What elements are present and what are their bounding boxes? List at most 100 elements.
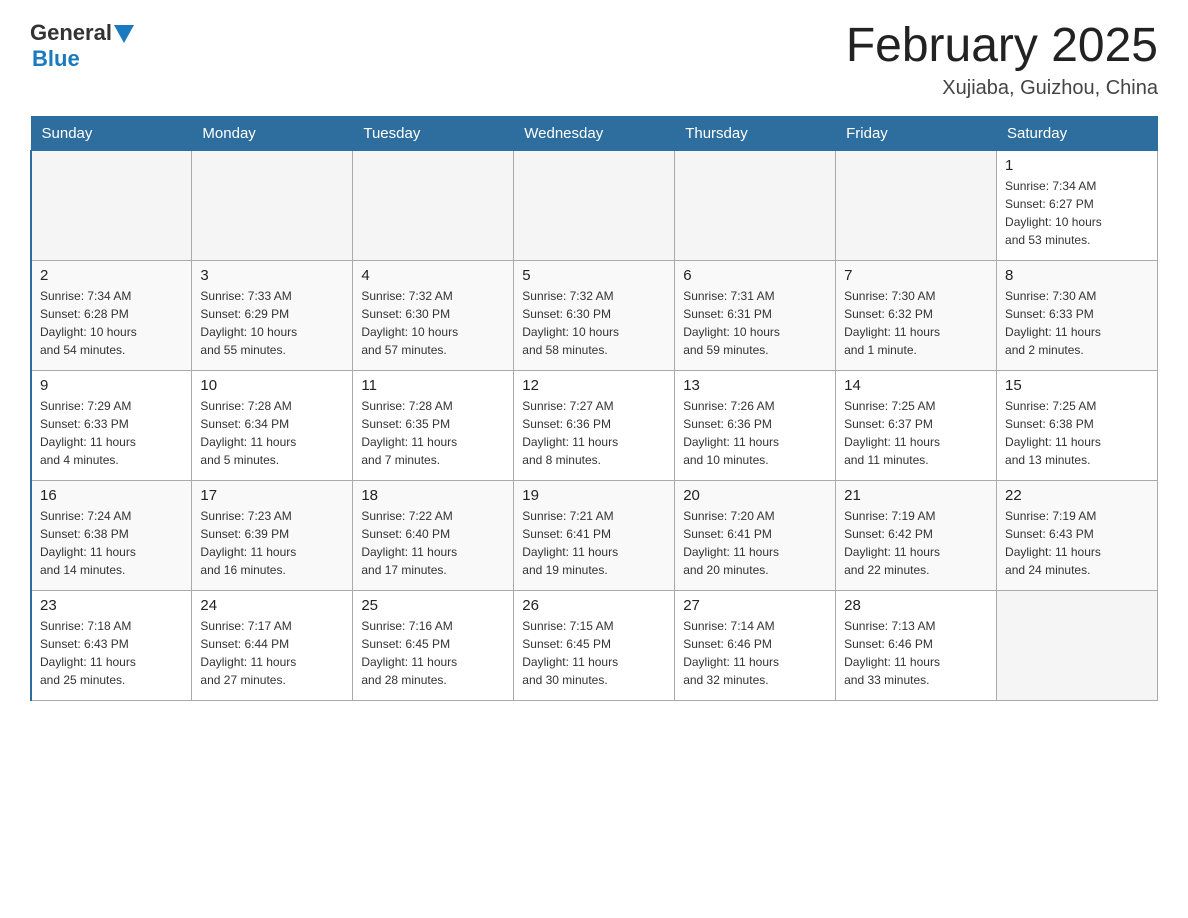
day-number: 26 bbox=[522, 597, 666, 614]
day-info: Sunrise: 7:19 AM Sunset: 6:42 PM Dayligh… bbox=[844, 507, 988, 579]
day-number: 13 bbox=[683, 377, 827, 394]
calendar-cell: 20 Sunrise: 7:20 AM Sunset: 6:41 PM Dayli… bbox=[675, 480, 836, 590]
calendar-cell: 1 Sunrise: 7:34 AM Sunset: 6:27 PM Daylig… bbox=[997, 150, 1158, 260]
day-number: 7 bbox=[844, 267, 988, 284]
calendar-cell: 14Sunrise: 7:25 AM Sunset: 6:37 PM Dayli… bbox=[836, 370, 997, 480]
calendar-cell bbox=[353, 150, 514, 260]
calendar-cell bbox=[675, 150, 836, 260]
day-info: Sunrise: 7:34 AM Sunset: 6:27 PM Dayligh… bbox=[1005, 177, 1149, 249]
calendar-cell: 19Sunrise: 7:21 AM Sunset: 6:41 PM Dayli… bbox=[514, 480, 675, 590]
day-number: 10 bbox=[200, 377, 344, 394]
calendar-cell bbox=[514, 150, 675, 260]
calendar-cell: 17 Sunrise: 7:23 AM Sunset: 6:39 PM Dayli… bbox=[192, 480, 353, 590]
calendar-title: February 2025 bbox=[846, 20, 1158, 73]
calendar-week-row: 23 Sunrise: 7:18 AM Sunset: 6:43 PM Dayli… bbox=[31, 590, 1158, 700]
day-info: Sunrise: 7:17 AM Sunset: 6:44 PM Dayligh… bbox=[200, 617, 344, 689]
day-number: 27 bbox=[683, 597, 827, 614]
day-info: Sunrise: 7:15 AM Sunset: 6:45 PM Dayligh… bbox=[522, 617, 666, 689]
calendar-cell: 27 Sunrise: 7:14 AM Sunset: 6:46 PM Dayli… bbox=[675, 590, 836, 700]
calendar-cell: 11 Sunrise: 7:28 AM Sunset: 6:35 PM Dayli… bbox=[353, 370, 514, 480]
day-number: 4 bbox=[361, 267, 505, 284]
day-number: 9 bbox=[40, 377, 183, 394]
calendar-cell: 26 Sunrise: 7:15 AM Sunset: 6:45 PM Dayli… bbox=[514, 590, 675, 700]
calendar-cell: 6 Sunrise: 7:31 AM Sunset: 6:31 PM Daylig… bbox=[675, 260, 836, 370]
day-info: Sunrise: 7:25 AM Sunset: 6:38 PM Dayligh… bbox=[1005, 397, 1149, 469]
page-header: General Blue February 2025 Xujiaba, Guiz… bbox=[30, 20, 1158, 100]
calendar-cell: 28 Sunrise: 7:13 AM Sunset: 6:46 PM Dayli… bbox=[836, 590, 997, 700]
day-info: Sunrise: 7:33 AM Sunset: 6:29 PM Dayligh… bbox=[200, 287, 344, 359]
calendar-cell: 7 Sunrise: 7:30 AM Sunset: 6:32 PM Daylig… bbox=[836, 260, 997, 370]
calendar-cell: 2 Sunrise: 7:34 AM Sunset: 6:28 PM Daylig… bbox=[31, 260, 192, 370]
calendar-cell: 24Sunrise: 7:17 AM Sunset: 6:44 PM Dayli… bbox=[192, 590, 353, 700]
day-info: Sunrise: 7:18 AM Sunset: 6:43 PM Dayligh… bbox=[40, 617, 183, 689]
day-number: 23 bbox=[40, 597, 183, 614]
day-info: Sunrise: 7:28 AM Sunset: 6:35 PM Dayligh… bbox=[361, 397, 505, 469]
calendar-cell: 8 Sunrise: 7:30 AM Sunset: 6:33 PM Daylig… bbox=[997, 260, 1158, 370]
day-number: 17 bbox=[200, 487, 344, 504]
day-info: Sunrise: 7:24 AM Sunset: 6:38 PM Dayligh… bbox=[40, 507, 183, 579]
day-info: Sunrise: 7:23 AM Sunset: 6:39 PM Dayligh… bbox=[200, 507, 344, 579]
calendar-cell: 12 Sunrise: 7:27 AM Sunset: 6:36 PM Dayli… bbox=[514, 370, 675, 480]
day-info: Sunrise: 7:25 AM Sunset: 6:37 PM Dayligh… bbox=[844, 397, 988, 469]
day-info: Sunrise: 7:27 AM Sunset: 6:36 PM Dayligh… bbox=[522, 397, 666, 469]
logo: General Blue bbox=[30, 20, 134, 72]
day-info: Sunrise: 7:20 AM Sunset: 6:41 PM Dayligh… bbox=[683, 507, 827, 579]
day-info: Sunrise: 7:30 AM Sunset: 6:33 PM Dayligh… bbox=[1005, 287, 1149, 359]
calendar-cell: 9 Sunrise: 7:29 AM Sunset: 6:33 PM Daylig… bbox=[31, 370, 192, 480]
day-number: 18 bbox=[361, 487, 505, 504]
title-block: February 2025 Xujiaba, Guizhou, China bbox=[846, 20, 1158, 100]
day-info: Sunrise: 7:13 AM Sunset: 6:46 PM Dayligh… bbox=[844, 617, 988, 689]
calendar-cell: 3 Sunrise: 7:33 AM Sunset: 6:29 PM Daylig… bbox=[192, 260, 353, 370]
calendar-cell bbox=[997, 590, 1158, 700]
calendar-cell: 22 Sunrise: 7:19 AM Sunset: 6:43 PM Dayli… bbox=[997, 480, 1158, 590]
weekday-header-saturday: Saturday bbox=[997, 116, 1158, 150]
day-info: Sunrise: 7:29 AM Sunset: 6:33 PM Dayligh… bbox=[40, 397, 183, 469]
day-number: 1 bbox=[1005, 157, 1149, 174]
logo-general: General bbox=[30, 20, 112, 46]
day-info: Sunrise: 7:32 AM Sunset: 6:30 PM Dayligh… bbox=[522, 287, 666, 359]
day-number: 3 bbox=[200, 267, 344, 284]
weekday-header-monday: Monday bbox=[192, 116, 353, 150]
day-info: Sunrise: 7:14 AM Sunset: 6:46 PM Dayligh… bbox=[683, 617, 827, 689]
weekday-header-friday: Friday bbox=[836, 116, 997, 150]
day-number: 8 bbox=[1005, 267, 1149, 284]
day-number: 16 bbox=[40, 487, 183, 504]
weekday-header-row: SundayMondayTuesdayWednesdayThursdayFrid… bbox=[31, 116, 1158, 150]
day-info: Sunrise: 7:34 AM Sunset: 6:28 PM Dayligh… bbox=[40, 287, 183, 359]
day-number: 11 bbox=[361, 377, 505, 394]
calendar-cell: 10Sunrise: 7:28 AM Sunset: 6:34 PM Dayli… bbox=[192, 370, 353, 480]
calendar-cell: 23 Sunrise: 7:18 AM Sunset: 6:43 PM Dayli… bbox=[31, 590, 192, 700]
day-info: Sunrise: 7:16 AM Sunset: 6:45 PM Dayligh… bbox=[361, 617, 505, 689]
logo-blue: Blue bbox=[32, 46, 80, 71]
day-number: 15 bbox=[1005, 377, 1149, 394]
day-info: Sunrise: 7:31 AM Sunset: 6:31 PM Dayligh… bbox=[683, 287, 827, 359]
calendar-cell: 15 Sunrise: 7:25 AM Sunset: 6:38 PM Dayli… bbox=[997, 370, 1158, 480]
calendar-cell bbox=[836, 150, 997, 260]
calendar-cell: 21 Sunrise: 7:19 AM Sunset: 6:42 PM Dayli… bbox=[836, 480, 997, 590]
calendar-week-row: 16 Sunrise: 7:24 AM Sunset: 6:38 PM Dayli… bbox=[31, 480, 1158, 590]
day-info: Sunrise: 7:21 AM Sunset: 6:41 PM Dayligh… bbox=[522, 507, 666, 579]
calendar-cell: 13 Sunrise: 7:26 AM Sunset: 6:36 PM Dayli… bbox=[675, 370, 836, 480]
day-info: Sunrise: 7:19 AM Sunset: 6:43 PM Dayligh… bbox=[1005, 507, 1149, 579]
calendar-cell: 25Sunrise: 7:16 AM Sunset: 6:45 PM Dayli… bbox=[353, 590, 514, 700]
weekday-header-wednesday: Wednesday bbox=[514, 116, 675, 150]
weekday-header-thursday: Thursday bbox=[675, 116, 836, 150]
calendar-cell bbox=[192, 150, 353, 260]
day-number: 5 bbox=[522, 267, 666, 284]
day-number: 2 bbox=[40, 267, 183, 284]
day-number: 22 bbox=[1005, 487, 1149, 504]
calendar-subtitle: Xujiaba, Guizhou, China bbox=[846, 77, 1158, 100]
day-info: Sunrise: 7:22 AM Sunset: 6:40 PM Dayligh… bbox=[361, 507, 505, 579]
day-number: 12 bbox=[522, 377, 666, 394]
day-info: Sunrise: 7:26 AM Sunset: 6:36 PM Dayligh… bbox=[683, 397, 827, 469]
day-number: 20 bbox=[683, 487, 827, 504]
day-info: Sunrise: 7:30 AM Sunset: 6:32 PM Dayligh… bbox=[844, 287, 988, 359]
calendar-cell: 5 Sunrise: 7:32 AM Sunset: 6:30 PM Daylig… bbox=[514, 260, 675, 370]
calendar-cell bbox=[31, 150, 192, 260]
day-info: Sunrise: 7:32 AM Sunset: 6:30 PM Dayligh… bbox=[361, 287, 505, 359]
calendar-week-row: 1 Sunrise: 7:34 AM Sunset: 6:27 PM Daylig… bbox=[31, 150, 1158, 260]
day-number: 28 bbox=[844, 597, 988, 614]
calendar-cell: 16 Sunrise: 7:24 AM Sunset: 6:38 PM Dayli… bbox=[31, 480, 192, 590]
day-number: 6 bbox=[683, 267, 827, 284]
day-number: 21 bbox=[844, 487, 988, 504]
